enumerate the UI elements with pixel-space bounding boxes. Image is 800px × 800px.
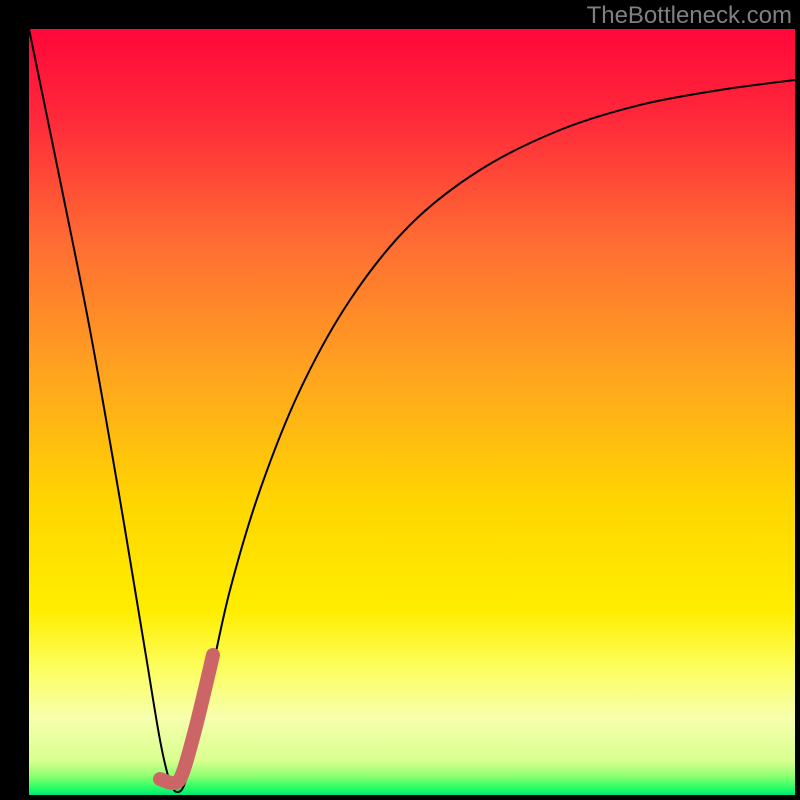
watermark-label: TheBottleneck.com xyxy=(587,2,792,30)
plot-background xyxy=(29,29,795,795)
bottleneck-chart: TheBottleneck.com xyxy=(0,0,800,800)
chart-svg xyxy=(0,0,800,800)
